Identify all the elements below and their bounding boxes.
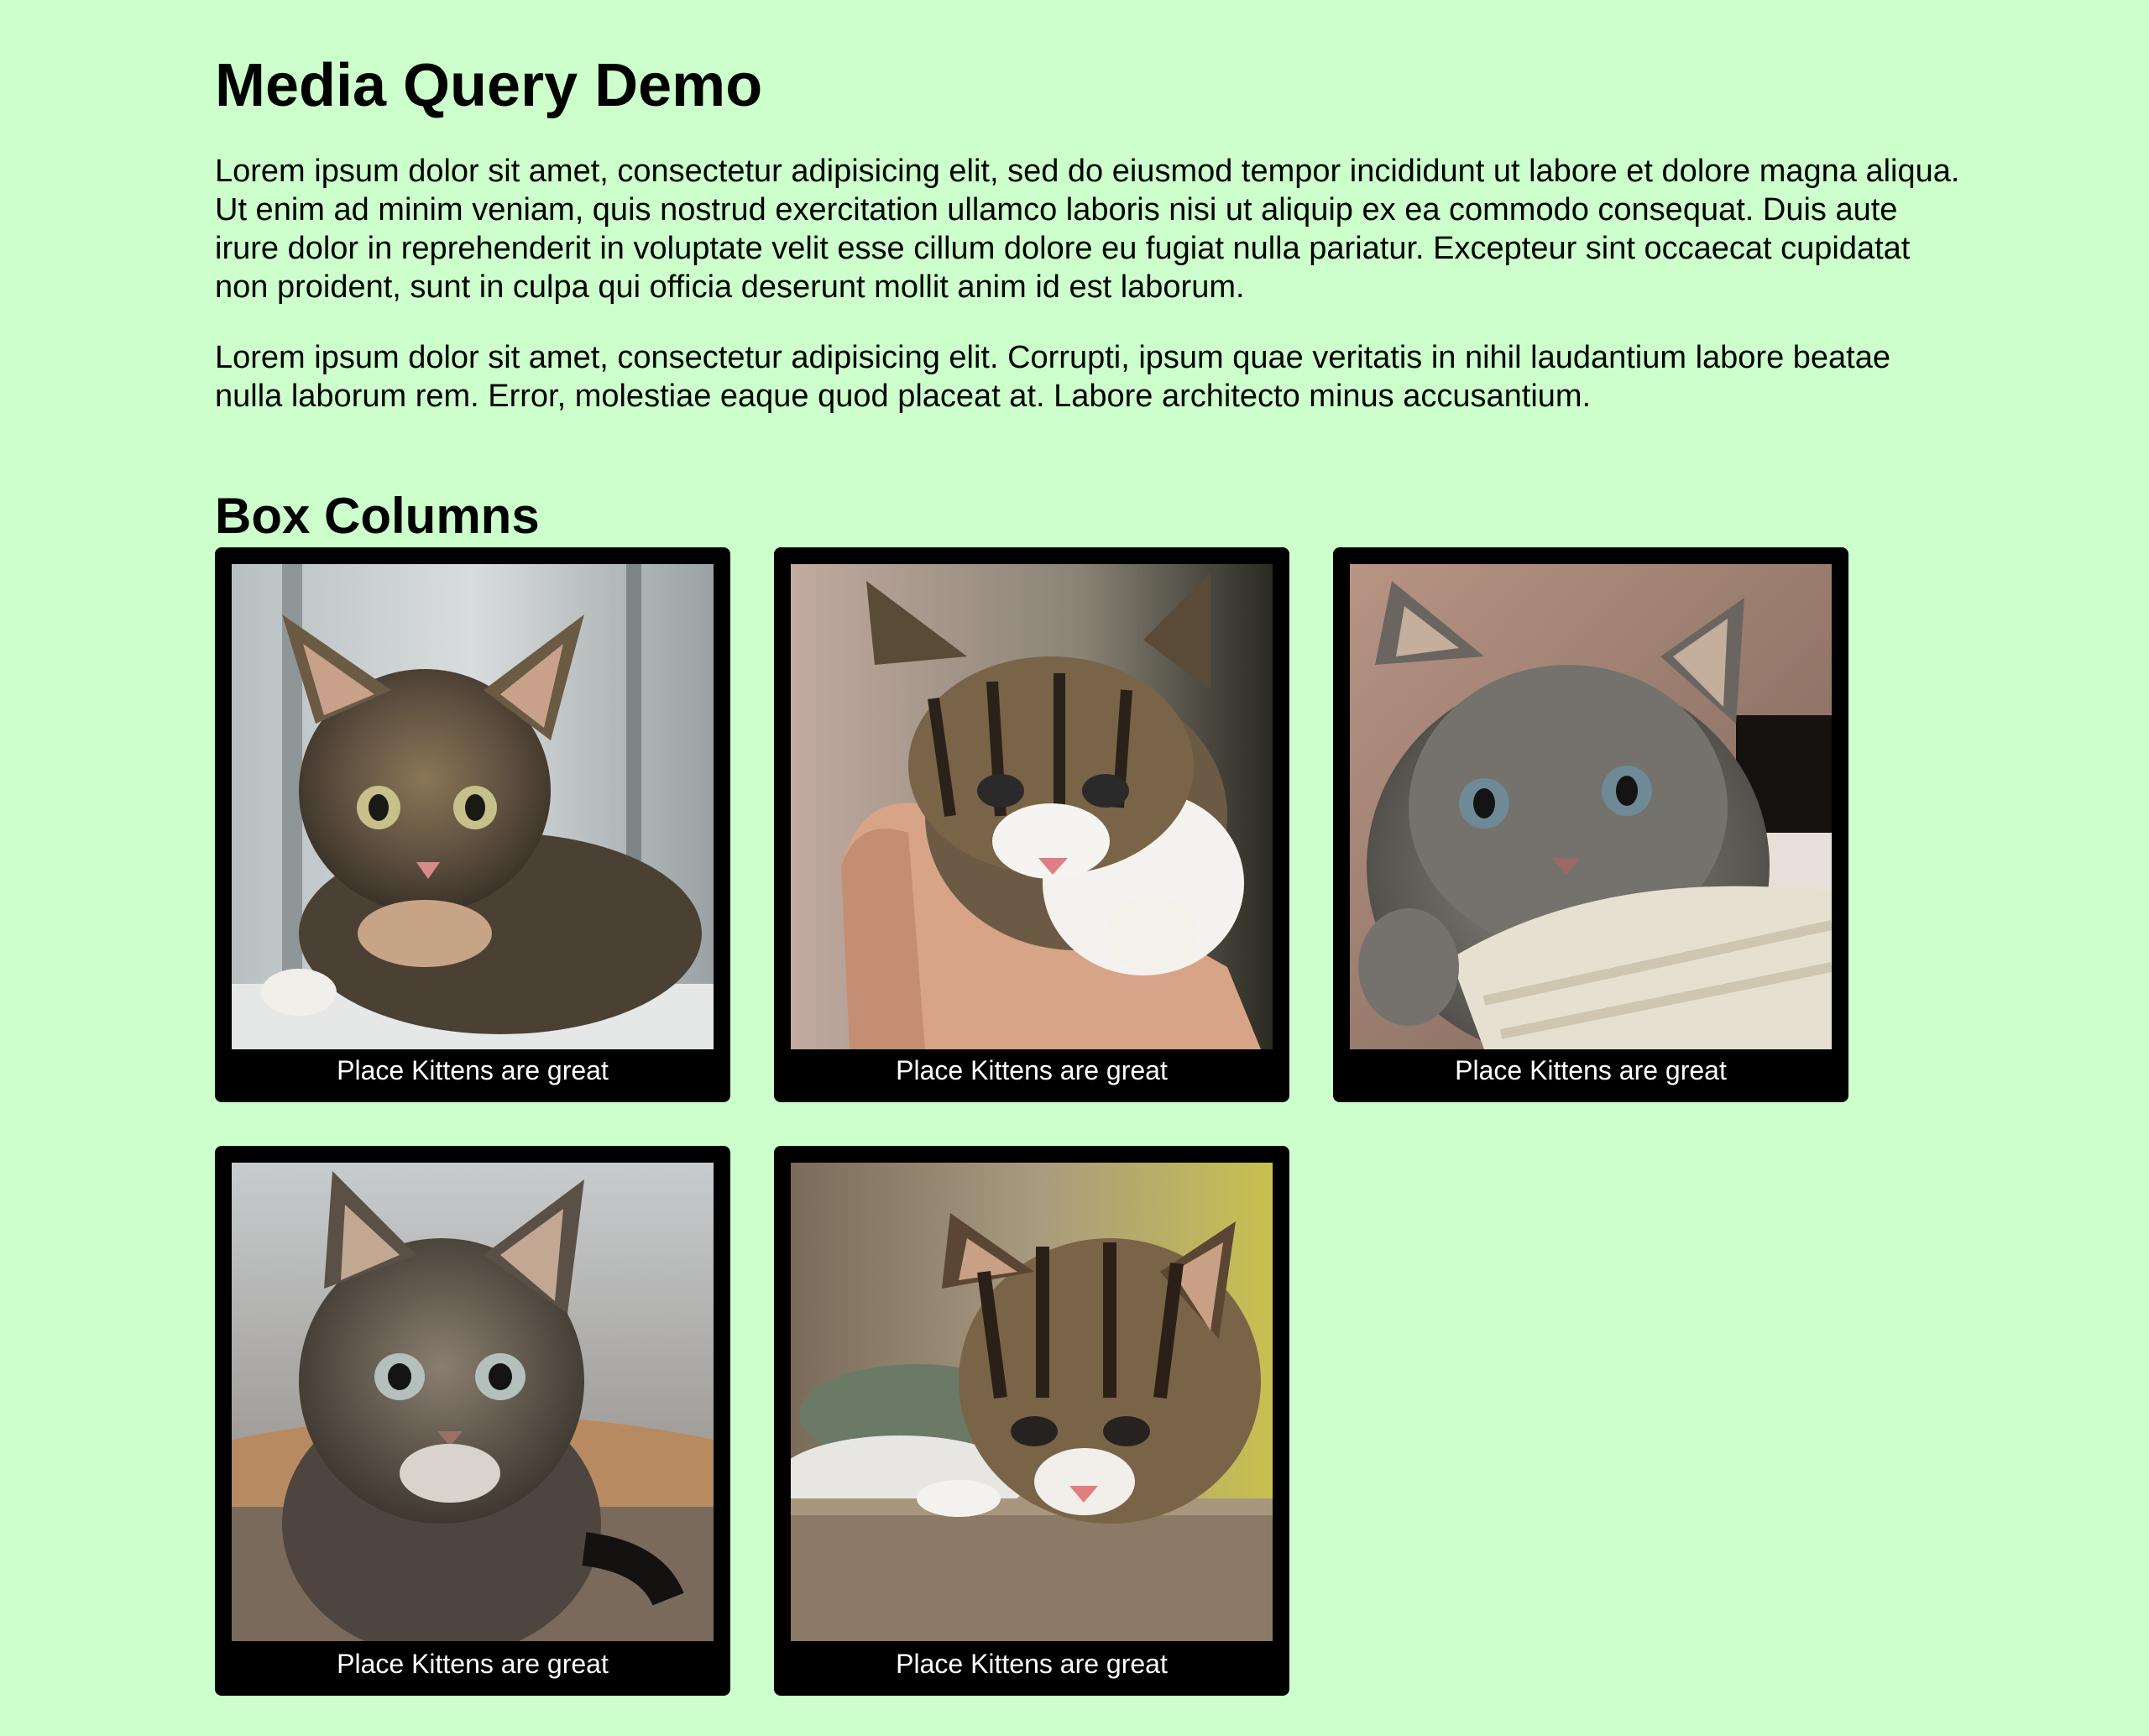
page-title: Media Query Demo [215, 52, 763, 119]
kitten-image [232, 564, 714, 1049]
kitten-caption: Place Kittens are great [337, 1649, 609, 1679]
kitten-image [791, 1163, 1273, 1641]
kitten-box: Place Kittens are great [1333, 547, 1848, 1102]
kitten-caption: Place Kittens are great [1455, 1055, 1727, 1085]
kitten-caption: Place Kittens are great [896, 1649, 1168, 1679]
kitten-caption: Place Kittens are great [337, 1055, 609, 1085]
intro-paragraph: Lorem ipsum dolor sit amet, consectetur … [215, 154, 1960, 305]
kitten-box: Place Kittens are great [774, 547, 1289, 1102]
kitten-caption: Place Kittens are great [896, 1055, 1168, 1085]
section-title: Box Columns [215, 488, 540, 544]
kitten-box: Place Kittens are great [215, 1146, 730, 1696]
kitten-box: Place Kittens are great [215, 547, 730, 1102]
kitten-image [1350, 564, 1832, 1049]
kitten-box: Place Kittens are great [774, 1146, 1289, 1696]
kitten-image [232, 1163, 714, 1641]
kitten-image [791, 564, 1273, 1049]
second-paragraph: Lorem ipsum dolor sit amet, consectetur … [215, 340, 1891, 414]
